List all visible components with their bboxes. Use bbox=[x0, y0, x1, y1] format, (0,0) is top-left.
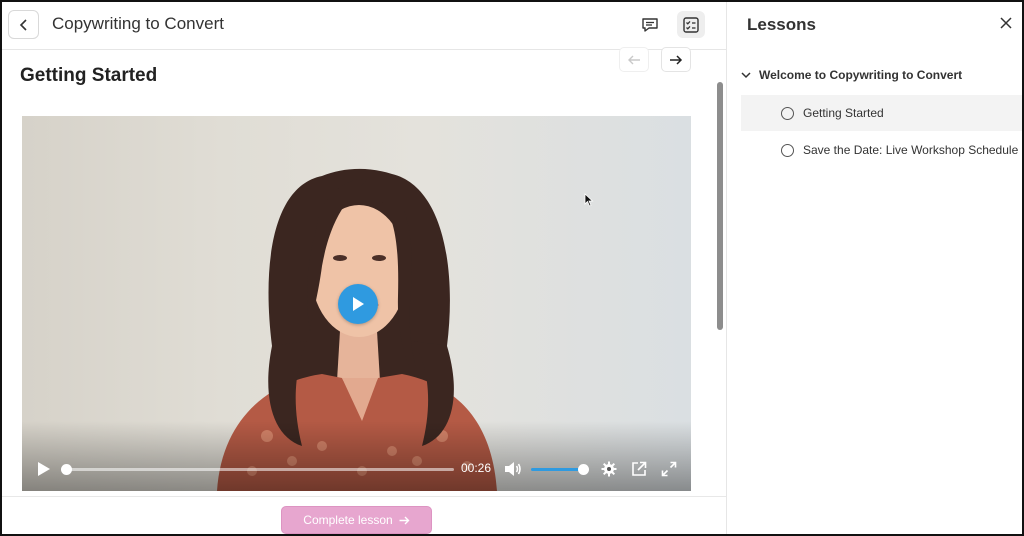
lessons-toggle-button[interactable] bbox=[677, 11, 705, 38]
chevron-down-icon bbox=[741, 71, 751, 78]
app-window: Copywriting to Convert Getting Started 0… bbox=[0, 0, 1024, 536]
play-button-large[interactable] bbox=[338, 284, 378, 324]
complete-lesson-button[interactable]: Complete lesson bbox=[281, 506, 432, 534]
progress-bar[interactable] bbox=[61, 464, 454, 475]
incomplete-circle-icon bbox=[781, 106, 794, 120]
lesson-content: Getting Started 00:26 Complete lesson bbox=[2, 47, 726, 534]
previous-lesson-button[interactable] bbox=[619, 47, 649, 72]
back-button[interactable] bbox=[8, 10, 39, 39]
lesson-item-label: Getting Started bbox=[803, 106, 884, 120]
lessons-sidebar: Lessons Welcome to Copywriting to Conver… bbox=[726, 2, 1022, 534]
popout-button[interactable] bbox=[629, 459, 649, 479]
section-title: Welcome to Copywriting to Convert bbox=[759, 68, 963, 82]
volume-icon bbox=[505, 462, 521, 476]
settings-button[interactable] bbox=[599, 459, 619, 479]
fullscreen-icon bbox=[661, 461, 677, 477]
play-icon bbox=[353, 297, 364, 311]
volume-slider[interactable] bbox=[531, 464, 589, 475]
checklist-icon bbox=[683, 16, 699, 33]
divider bbox=[2, 496, 726, 497]
comments-button[interactable] bbox=[636, 11, 664, 38]
gear-icon bbox=[601, 461, 617, 477]
progress-handle[interactable] bbox=[61, 464, 72, 475]
comment-icon bbox=[642, 17, 658, 32]
play-icon bbox=[38, 462, 50, 476]
arrow-left-icon bbox=[628, 55, 640, 64]
video-player[interactable]: 00:26 bbox=[22, 116, 691, 491]
external-link-icon bbox=[632, 461, 647, 476]
current-time: 00:26 bbox=[461, 461, 492, 475]
play-button[interactable] bbox=[34, 459, 54, 479]
fullscreen-button[interactable] bbox=[659, 459, 679, 479]
next-lesson-button[interactable] bbox=[661, 47, 691, 72]
chevron-left-icon bbox=[19, 18, 27, 31]
mouse-cursor-icon bbox=[584, 193, 594, 207]
video-controls: 00:26 bbox=[22, 445, 691, 491]
mute-button[interactable] bbox=[503, 459, 523, 479]
section-header[interactable]: Welcome to Copywriting to Convert bbox=[741, 68, 962, 82]
sidebar-title: Lessons bbox=[747, 15, 816, 34]
close-icon bbox=[1000, 17, 1012, 29]
arrow-right-icon bbox=[670, 54, 683, 65]
top-bar: Copywriting to Convert bbox=[2, 2, 726, 50]
complete-lesson-label: Complete lesson bbox=[303, 513, 393, 527]
course-title: Copywriting to Convert bbox=[52, 14, 224, 33]
lesson-title: Getting Started bbox=[20, 65, 158, 86]
lesson-item-save-the-date[interactable]: Save the Date: Live Workshop Schedule bbox=[741, 132, 1022, 168]
incomplete-circle-icon bbox=[781, 143, 794, 157]
lesson-item-label: Save the Date: Live Workshop Schedule bbox=[803, 143, 1019, 157]
arrow-right-icon bbox=[399, 516, 410, 524]
content-scrollbar[interactable] bbox=[717, 82, 723, 330]
close-sidebar-button[interactable] bbox=[997, 14, 1015, 32]
lesson-item-getting-started[interactable]: Getting Started bbox=[741, 95, 1022, 131]
volume-handle[interactable] bbox=[578, 464, 589, 475]
